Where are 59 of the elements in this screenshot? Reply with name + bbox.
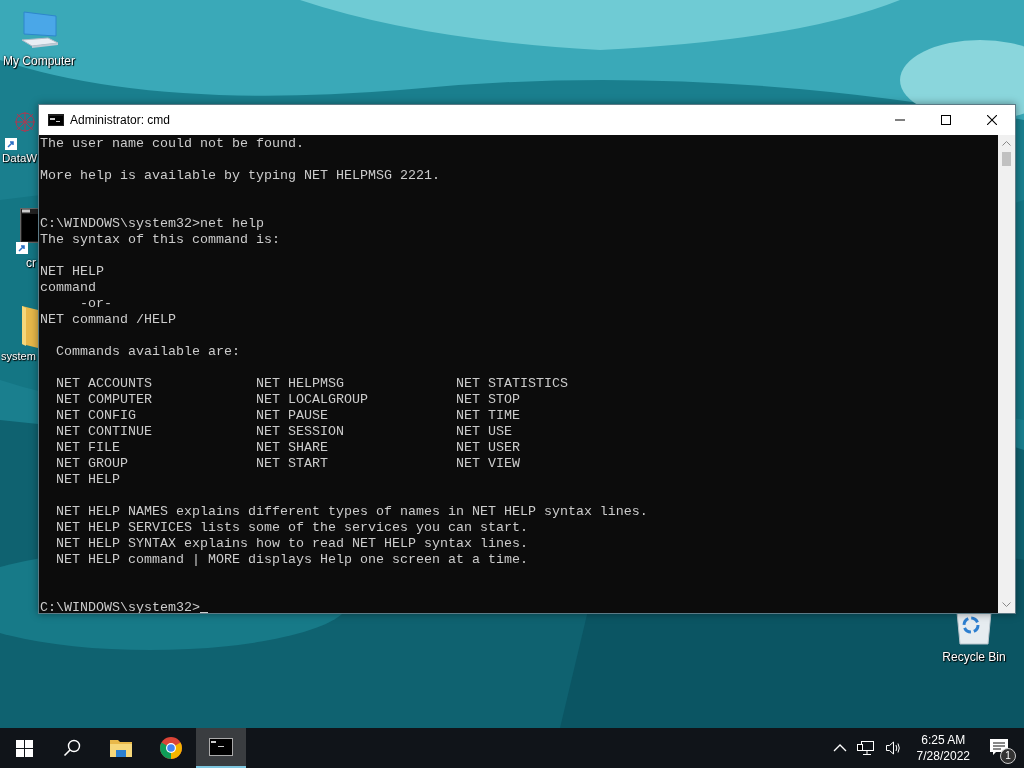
message-icon xyxy=(990,739,1010,757)
command-name: NET STOP xyxy=(456,392,520,408)
command-name: NET START xyxy=(256,456,328,472)
command-name: NET CONTINUE xyxy=(56,424,152,440)
desktop-icon-label[interactable]: Recycle Bin xyxy=(942,650,1006,664)
search-icon xyxy=(63,739,81,757)
scroll-down-icon[interactable] xyxy=(1002,602,1011,607)
clock[interactable]: 6:25 AM 7/28/2022 xyxy=(906,728,980,768)
window-title: Administrator: cmd xyxy=(70,113,171,127)
command-name: NET USER xyxy=(456,440,520,456)
command-name: NET VIEW xyxy=(456,456,520,472)
command-name: NET FILE xyxy=(56,440,120,456)
scroll-thumb[interactable] xyxy=(1002,152,1011,166)
command-name: NET COMPUTER xyxy=(56,392,152,408)
console-line: command xyxy=(40,280,96,296)
command-prompt: C:\WINDOWS\system32> xyxy=(40,600,200,613)
command-name: NET GROUP xyxy=(56,456,128,472)
folder-icon xyxy=(109,738,133,758)
command-name: NET ACCOUNTS xyxy=(56,376,152,392)
desktop-icon-label[interactable]: cr xyxy=(26,256,36,270)
command-name: NET USE xyxy=(456,424,512,440)
console-line: More help is available by typing NET HELPMSG 2221. xyxy=(40,168,440,184)
maximize-icon xyxy=(941,115,951,125)
console-line: NET HELP xyxy=(40,264,104,280)
windows-icon xyxy=(15,739,33,757)
scrollbar[interactable] xyxy=(998,135,1015,613)
console-line: NET HELP command | MORE displays Help one screen at a time. xyxy=(55,552,528,568)
console-line: NET HELP NAMES explains different types of names in NET HELP syntax lines. xyxy=(55,504,648,520)
console-line: NET HELP SERVICES lists some of the services you can start. xyxy=(55,520,528,536)
command-name: NET HELP xyxy=(56,472,120,488)
command-name: NET SHARE xyxy=(256,440,328,456)
console-line: C:\WINDOWS\system32>net help xyxy=(40,216,264,232)
command-name: NET SESSION xyxy=(256,424,344,440)
console-line: Commands available are: xyxy=(55,344,240,360)
console-line: The user name could not be found. xyxy=(40,136,304,152)
desktop-icon-label[interactable]: DataW xyxy=(2,152,38,164)
command-name: NET PAUSE xyxy=(256,408,328,424)
command-name: NET TIME xyxy=(456,408,520,424)
console-icon xyxy=(209,738,233,756)
console-line: NET HELP SYNTAX explains how to read NET HELP syntax lines. xyxy=(55,536,528,552)
notification-button[interactable]: 1 xyxy=(980,728,1020,768)
console-line: The syntax of this command is: xyxy=(40,232,280,248)
volume-icon[interactable] xyxy=(884,740,902,756)
scroll-up-icon[interactable] xyxy=(1002,141,1011,146)
network-icon[interactable] xyxy=(856,740,875,756)
command-name: NET STATISTICS xyxy=(456,376,568,392)
console-icon xyxy=(48,114,64,126)
notification-count: 1 xyxy=(1000,748,1016,764)
console-line: NET command /HELP xyxy=(40,312,176,328)
command-name: NET CONFIG xyxy=(56,408,136,424)
chrome-icon xyxy=(159,736,183,760)
desktop-icon-label[interactable]: system xyxy=(1,350,36,362)
close-icon xyxy=(987,115,997,125)
taskbar-app-button[interactable] xyxy=(196,728,246,768)
command-name: NET LOCALGROUP xyxy=(256,392,368,408)
caret-up-icon[interactable] xyxy=(832,743,847,753)
console-line: -or- xyxy=(79,296,112,312)
command-name: NET HELPMSG xyxy=(256,376,344,392)
desktop-icon-label[interactable]: My Computer xyxy=(3,54,75,68)
